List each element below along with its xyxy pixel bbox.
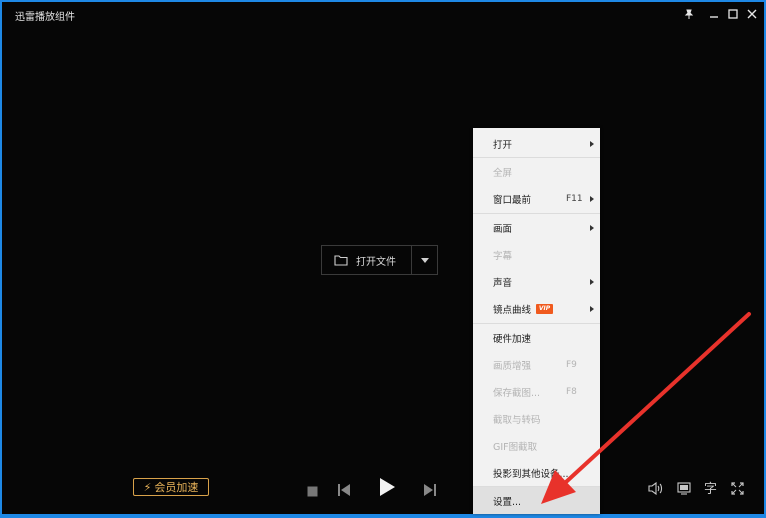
menu-item-settings[interactable]: 设置... (473, 487, 600, 514)
submenu-arrow-icon (590, 140, 594, 147)
menu-item-label: 画面 (493, 223, 513, 235)
fullscreen-button[interactable] (731, 480, 744, 499)
menu-item-label: 画质增强 (493, 360, 532, 372)
screen-button[interactable] (677, 480, 691, 499)
open-file-label: 打开文件 (356, 256, 396, 268)
next-icon (424, 484, 436, 496)
menu-item-open[interactable]: 打开 (473, 130, 600, 157)
menu-item-label: 镜点曲线 (493, 304, 532, 316)
menu-item-gif-capture[interactable]: GIF图截取 (473, 432, 600, 459)
screen-icon (677, 482, 691, 495)
menu-item-label: 窗口最前 (493, 194, 532, 206)
menu-item-label: 投影到其他设备... (493, 468, 569, 480)
stop-button[interactable] (307, 482, 318, 501)
maximize-button[interactable] (724, 5, 742, 23)
submenu-arrow-icon (590, 195, 594, 202)
menu-item-label: 全屏 (493, 167, 513, 179)
folder-icon (334, 255, 348, 266)
lightning-icon: ⚡ (143, 480, 152, 494)
vip-accelerate-button[interactable]: ⚡ 会员加速 (133, 478, 209, 496)
menu-item-picture[interactable]: 画面 (473, 214, 600, 241)
open-file-dropdown-button[interactable] (412, 246, 437, 274)
menu-item-label: 打开 (493, 139, 513, 151)
menu-item-label: 设置... (493, 496, 522, 508)
menu-item-label: GIF图截取 (493, 441, 538, 453)
menu-item-label: 字幕 (493, 250, 513, 262)
context-menu: 打开 全屏 窗口最前 F11 画面 字幕 声音 镜点曲线 VIP 硬件加速 画质… (473, 128, 600, 514)
fullscreen-icon (731, 482, 744, 495)
menu-item-clip-transcode[interactable]: 截取与转码 (473, 405, 600, 432)
open-file-control: 打开文件 (321, 245, 438, 275)
volume-button[interactable] (648, 480, 663, 499)
play-icon (380, 478, 395, 496)
menu-item-label: 截取与转码 (493, 414, 541, 426)
player-window: 迅雷播放组件 打开文件 ⚡ 会员加速 字 (2, 2, 764, 514)
minimize-button[interactable] (705, 5, 723, 23)
menu-item-shortcut: F8 (566, 386, 577, 397)
previous-icon (338, 484, 350, 496)
volume-icon (648, 481, 663, 496)
menu-item-subtitles[interactable]: 字幕 (473, 241, 600, 268)
close-button[interactable] (743, 5, 761, 23)
subtitle-button[interactable]: 字 (704, 478, 717, 497)
menu-item-label: 声音 (493, 277, 513, 289)
stop-icon (307, 486, 318, 497)
window-title: 迅雷播放组件 (15, 12, 75, 23)
submenu-arrow-icon (590, 224, 594, 231)
menu-item-hardware-acceleration[interactable]: 硬件加速 (473, 324, 600, 351)
menu-item-curve[interactable]: 镜点曲线 VIP (473, 295, 600, 322)
menu-item-cast[interactable]: 投影到其他设备... (473, 459, 600, 486)
play-button[interactable] (379, 478, 395, 500)
pin-icon[interactable] (680, 5, 698, 23)
menu-item-audio[interactable]: 声音 (473, 268, 600, 295)
menu-item-save-screenshot[interactable]: 保存截图... F8 (473, 378, 600, 405)
submenu-arrow-icon (590, 305, 594, 312)
menu-item-shortcut: F11 (566, 193, 583, 204)
chevron-down-icon (420, 257, 429, 263)
menu-item-enhance[interactable]: 画质增强 F9 (473, 351, 600, 378)
menu-item-fullscreen[interactable]: 全屏 (473, 158, 600, 185)
next-button[interactable] (424, 481, 436, 500)
previous-button[interactable] (338, 481, 350, 500)
menu-item-shortcut: F9 (566, 359, 577, 370)
menu-item-always-on-top[interactable]: 窗口最前 F11 (473, 185, 600, 212)
open-file-button[interactable]: 打开文件 (322, 246, 412, 274)
vip-accelerate-label: 会员加速 (154, 481, 199, 494)
menu-item-label: 硬件加速 (493, 333, 532, 345)
submenu-arrow-icon (590, 278, 594, 285)
menu-item-label: 保存截图... (493, 387, 541, 399)
vip-badge: VIP (536, 303, 553, 314)
